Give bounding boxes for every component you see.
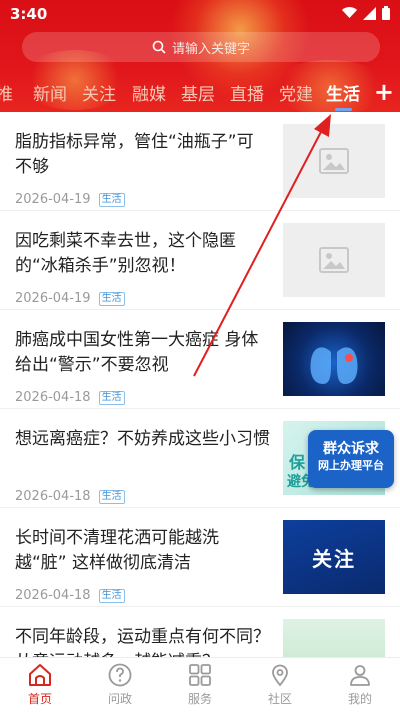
news-meta: 2026-04-18 生活 [15,588,125,603]
news-item[interactable]: 肺癌成中国女性第一大癌症 身体给出“警示”不要忽视 2026-04-18 生活 [0,310,400,409]
tab-life[interactable]: 生活 [326,80,360,105]
person-icon [350,665,370,686]
tab-follow[interactable]: 关注 [82,80,116,105]
status-time: 3:40 [10,5,48,23]
news-thumbnail [283,124,385,198]
bottom-nav: 首页 问政 服务 社区 我的 [0,657,400,712]
thumbnail-text: 保 [289,453,306,472]
question-icon [108,663,132,687]
news-title: 脂肪指标异常，管住“油瓶子”可不够 [15,132,254,177]
complaint-platform-button[interactable]: 群众诉求 网上办理平台 [308,430,394,488]
image-placeholder-icon [319,247,349,273]
news-thumbnail [283,223,385,297]
search-icon [152,40,166,54]
news-date: 2026-04-19 [15,291,91,306]
nav-profile-label: 我的 [347,692,372,706]
nav-service-label: 服务 [187,692,212,706]
news-tag: 生活 [98,588,125,603]
news-thumbnail-lungs [283,322,385,396]
complaint-platform-subtitle: 网上办理平台 [318,459,384,472]
tab-grassroots[interactable]: 基层 [181,80,215,105]
thumbnail-text: 关注 [312,546,356,571]
wifi-icon [342,7,357,18]
location-pin-icon [272,664,288,687]
news-meta: 2026-04-19 生活 [15,291,125,306]
add-tab-icon[interactable]: + [374,78,394,106]
news-meta: 2026-04-18 生活 [15,489,125,504]
nav-profile[interactable]: 我的 [320,662,400,707]
category-tabs: 推 新闻 关注 融媒 基层 直播 党建 生活 [0,76,400,106]
news-tag: 生活 [98,192,125,207]
news-thumbnail: 关注 [283,520,385,594]
news-date: 2026-04-18 [15,588,91,603]
news-meta: 2026-04-19 生活 [15,192,125,207]
tab-live[interactable]: 直播 [230,80,264,105]
news-date: 2026-04-18 [15,390,91,405]
news-title: 长时间不清理花洒可能越洗越“脏” 这样做彻底清洁 [15,528,219,573]
nav-community-label: 社区 [267,692,292,706]
news-tag: 生活 [98,291,125,306]
news-title: 肺癌成中国女性第一大癌症 身体给出“警示”不要忽视 [15,330,259,375]
news-date: 2026-04-18 [15,489,91,504]
news-list: 脂肪指标异常，管住“油瓶子”可不够 2026-04-19 生活 因吃剩菜不幸去世… [0,112,400,706]
signal-icon [363,6,376,20]
tab-media[interactable]: 融媒 [132,80,166,105]
image-placeholder-icon [319,148,349,174]
news-tag: 生活 [98,390,125,405]
nav-home-label: 首页 [27,692,52,706]
complaint-platform-title: 群众诉求 [323,441,379,457]
battery-icon [382,6,390,20]
tab-party[interactable]: 党建 [279,80,313,105]
nav-home[interactable]: 首页 [0,662,80,707]
nav-service[interactable]: 服务 [160,662,240,707]
home-icon [29,664,51,686]
active-tab-indicator [335,108,352,111]
news-title: 想远离癌症？不妨养成这些小习惯 [15,429,270,449]
nav-community[interactable]: 社区 [240,662,320,707]
search-placeholder: 请输入关键字 [171,41,250,57]
news-item[interactable]: 长时间不清理花洒可能越洗越“脏” 这样做彻底清洁 2026-04-18 生活 关… [0,508,400,607]
news-item[interactable]: 因吃剩菜不幸去世，这个隐匿的“冰箱杀手”别忽视！ 2026-04-19 生活 [0,211,400,310]
search-input[interactable]: 请输入关键字 [22,32,380,62]
news-date: 2026-04-19 [15,192,91,207]
news-meta: 2026-04-18 生活 [15,390,125,405]
tab-news[interactable]: 新闻 [33,80,67,105]
lungs-illustration-icon [310,336,358,384]
nav-inquiry[interactable]: 问政 [80,662,160,707]
news-tag: 生活 [98,489,125,504]
nav-inquiry-label: 问政 [107,692,132,706]
status-icons [342,6,390,20]
news-title: 因吃剩菜不幸去世，这个隐匿的“冰箱杀手”别忽视！ [15,231,236,276]
grid-icon [189,664,211,686]
tab-tui[interactable]: 推 [0,80,13,105]
status-bar: 3:40 [0,0,400,28]
header-banner: 3:40 请输入关键字 推 新闻 关注 融媒 基层 直播 党建 生活 + [0,0,400,112]
news-item[interactable]: 脂肪指标异常，管住“油瓶子”可不够 2026-04-19 生活 [0,112,400,211]
